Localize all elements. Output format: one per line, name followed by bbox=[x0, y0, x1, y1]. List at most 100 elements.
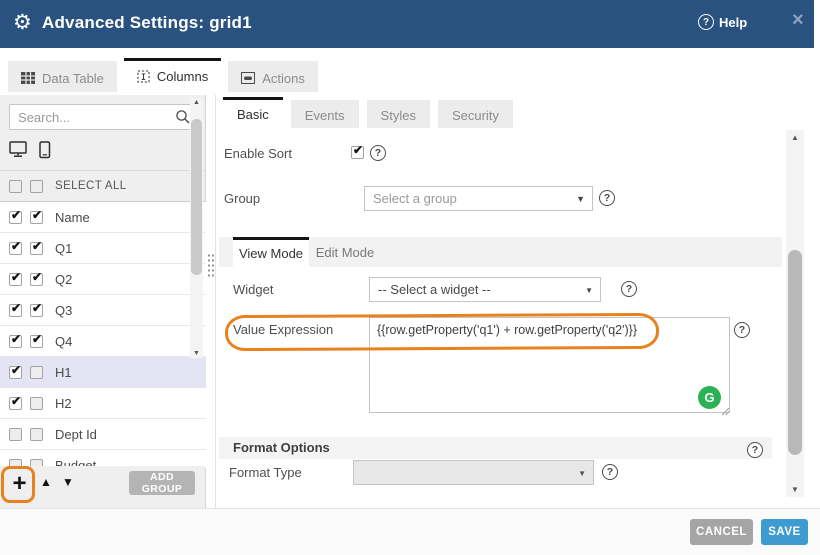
data-table-icon bbox=[21, 72, 35, 84]
caret-down-icon: ▼ bbox=[576, 194, 585, 204]
list-scrollbar-thumb[interactable] bbox=[191, 119, 202, 275]
format-type-select[interactable]: ▼ bbox=[353, 460, 594, 485]
value-expression-textarea[interactable]: {{row.getProperty('q1') + row.getPropert… bbox=[369, 317, 730, 413]
tab-styles[interactable]: Styles bbox=[367, 100, 430, 128]
gear-icon: ⚙ bbox=[13, 11, 32, 35]
mobile-checkbox[interactable]: ✔ bbox=[30, 273, 43, 286]
desktop-checkbox[interactable]: ✔ bbox=[9, 335, 22, 348]
tab-view-mode[interactable]: View Mode bbox=[233, 237, 309, 267]
enable-sort-help-icon[interactable]: ? bbox=[370, 145, 386, 161]
tab-label: Data Table bbox=[42, 71, 104, 86]
splitter-grip-icon bbox=[207, 253, 215, 279]
column-settings-panel: Basic Events Styles Security Enable Sort… bbox=[215, 95, 785, 508]
move-down-button[interactable]: ▼ bbox=[62, 475, 74, 489]
group-select[interactable]: Select a group ▼ bbox=[364, 186, 593, 211]
format-options-help-icon[interactable]: ? bbox=[747, 442, 763, 458]
column-list-item[interactable]: ✔ ✔ Q2 bbox=[0, 264, 206, 295]
caret-down-icon: ▼ bbox=[585, 286, 593, 295]
mobile-checkbox[interactable]: ✔ bbox=[30, 242, 43, 255]
settings-tabbar: Basic Events Styles Security bbox=[216, 95, 785, 128]
value-expression-label: Value Expression bbox=[233, 317, 333, 342]
group-help-icon[interactable]: ? bbox=[599, 190, 615, 206]
add-group-button[interactable]: ADD GROUP bbox=[129, 471, 195, 495]
tab-columns[interactable]: Columns bbox=[124, 58, 221, 92]
column-label: Q2 bbox=[55, 272, 72, 287]
select-all-label: SELECT ALL bbox=[55, 180, 127, 192]
desktop-checkbox[interactable]: ✔ bbox=[9, 397, 22, 410]
help-link[interactable]: ? Help bbox=[698, 14, 747, 30]
tab-events[interactable]: Events bbox=[291, 100, 359, 128]
desktop-checkbox[interactable]: ✔ bbox=[9, 304, 22, 317]
desktop-checkbox[interactable]: ✔ bbox=[9, 273, 22, 286]
help-label: Help bbox=[719, 15, 747, 30]
sidebar-toolbar: + ▲ ▼ ADD GROUP bbox=[0, 466, 205, 508]
actions-icon bbox=[241, 72, 255, 84]
dialog-titlebar: ⚙ Advanced Settings: grid1 ? Help × bbox=[0, 0, 814, 48]
resize-handle-icon[interactable] bbox=[721, 403, 730, 421]
search-input[interactable] bbox=[9, 104, 197, 130]
tab-edit-mode[interactable]: Edit Mode bbox=[309, 237, 381, 267]
scroll-down-icon[interactable]: ▼ bbox=[190, 350, 203, 357]
select-all-desktop-checkbox[interactable] bbox=[9, 180, 22, 193]
move-up-button[interactable]: ▲ bbox=[40, 475, 52, 489]
save-button[interactable]: SAVE bbox=[761, 519, 808, 545]
format-options-label: Format Options bbox=[233, 437, 330, 459]
desktop-checkbox[interactable]: ✔ bbox=[9, 242, 22, 255]
mobile-checkbox[interactable]: ✔ bbox=[30, 366, 43, 379]
widget-select-value: -- Select a widget -- bbox=[378, 282, 491, 297]
columns-icon bbox=[137, 70, 150, 83]
column-list-item[interactable]: ✔ ✔ Q1 bbox=[0, 233, 206, 264]
tab-data-table[interactable]: Data Table bbox=[8, 61, 117, 92]
group-label: Group bbox=[224, 186, 260, 211]
format-type-help-icon[interactable]: ? bbox=[602, 464, 618, 480]
scroll-up-icon[interactable]: ▲ bbox=[190, 99, 203, 106]
mobile-checkbox[interactable]: ✔ bbox=[30, 428, 43, 441]
scroll-down-icon[interactable]: ▼ bbox=[786, 485, 804, 494]
widget-help-icon[interactable]: ? bbox=[621, 281, 637, 297]
column-label: Q1 bbox=[55, 241, 72, 256]
dialog-tabbar: Data Table Columns Actions bbox=[0, 48, 814, 95]
tab-actions[interactable]: Actions bbox=[228, 61, 318, 92]
column-list-item[interactable]: ✔ ✔ Q4 bbox=[0, 326, 206, 357]
help-icon: ? bbox=[698, 14, 714, 30]
column-list-item[interactable]: ✔ ✔ Name bbox=[0, 202, 206, 233]
desktop-checkbox[interactable]: ✔ bbox=[9, 366, 22, 379]
desktop-checkbox[interactable]: ✔ bbox=[9, 211, 22, 224]
column-list-item[interactable]: ✔ ✔ Dept Id bbox=[0, 419, 206, 450]
desktop-checkbox[interactable]: ✔ bbox=[9, 428, 22, 441]
group-select-value: Select a group bbox=[373, 191, 457, 206]
mobile-icon[interactable] bbox=[39, 141, 51, 164]
dialog-footer: CANCEL SAVE bbox=[0, 508, 820, 555]
column-label: Dept Id bbox=[55, 427, 97, 442]
column-label: Q3 bbox=[55, 303, 72, 318]
column-label: Name bbox=[55, 210, 90, 225]
dialog-title: Advanced Settings: grid1 bbox=[42, 13, 252, 33]
close-icon[interactable]: × bbox=[792, 9, 804, 32]
tab-label: Actions bbox=[262, 71, 305, 86]
mobile-checkbox[interactable]: ✔ bbox=[30, 304, 43, 317]
value-expression-help-icon[interactable]: ? bbox=[734, 322, 750, 338]
column-list-item[interactable]: ✔ ✔ Q3 bbox=[0, 295, 206, 326]
select-all-mobile-checkbox[interactable] bbox=[30, 180, 43, 193]
mobile-checkbox[interactable]: ✔ bbox=[30, 397, 43, 410]
desktop-icon[interactable] bbox=[9, 141, 29, 163]
widget-select[interactable]: -- Select a widget -- ▼ bbox=[369, 277, 601, 302]
tab-basic[interactable]: Basic bbox=[223, 97, 283, 128]
column-list-item[interactable]: ✔ ✔ H1 bbox=[0, 357, 206, 388]
column-label: Q4 bbox=[55, 334, 72, 349]
enable-sort-checkbox[interactable]: ✔ bbox=[351, 146, 364, 159]
columns-sidebar: SELECT ALL ✔ ✔ Name ✔ ✔ Q1 ✔ ✔ Q2 ✔ ✔ Q3… bbox=[0, 95, 206, 508]
grammarly-icon[interactable]: G bbox=[698, 386, 721, 409]
cancel-button[interactable]: CANCEL bbox=[690, 519, 753, 545]
scroll-up-icon[interactable]: ▲ bbox=[786, 133, 804, 142]
advanced-settings-dialog: ⚙ Advanced Settings: grid1 ? Help × Data… bbox=[0, 0, 820, 555]
column-list-item[interactable]: ✔ ✔ H2 bbox=[0, 388, 206, 419]
column-label: H1 bbox=[55, 365, 72, 380]
column-list: ✔ ✔ Name ✔ ✔ Q1 ✔ ✔ Q2 ✔ ✔ Q3 ✔ ✔ Q4 ✔ ✔… bbox=[0, 201, 206, 468]
mobile-checkbox[interactable]: ✔ bbox=[30, 335, 43, 348]
mobile-checkbox[interactable]: ✔ bbox=[30, 211, 43, 224]
tab-security[interactable]: Security bbox=[438, 100, 513, 128]
panel-splitter[interactable] bbox=[207, 95, 215, 508]
panel-scrollbar-thumb[interactable] bbox=[788, 250, 802, 455]
add-column-button[interactable]: + bbox=[7, 470, 32, 498]
